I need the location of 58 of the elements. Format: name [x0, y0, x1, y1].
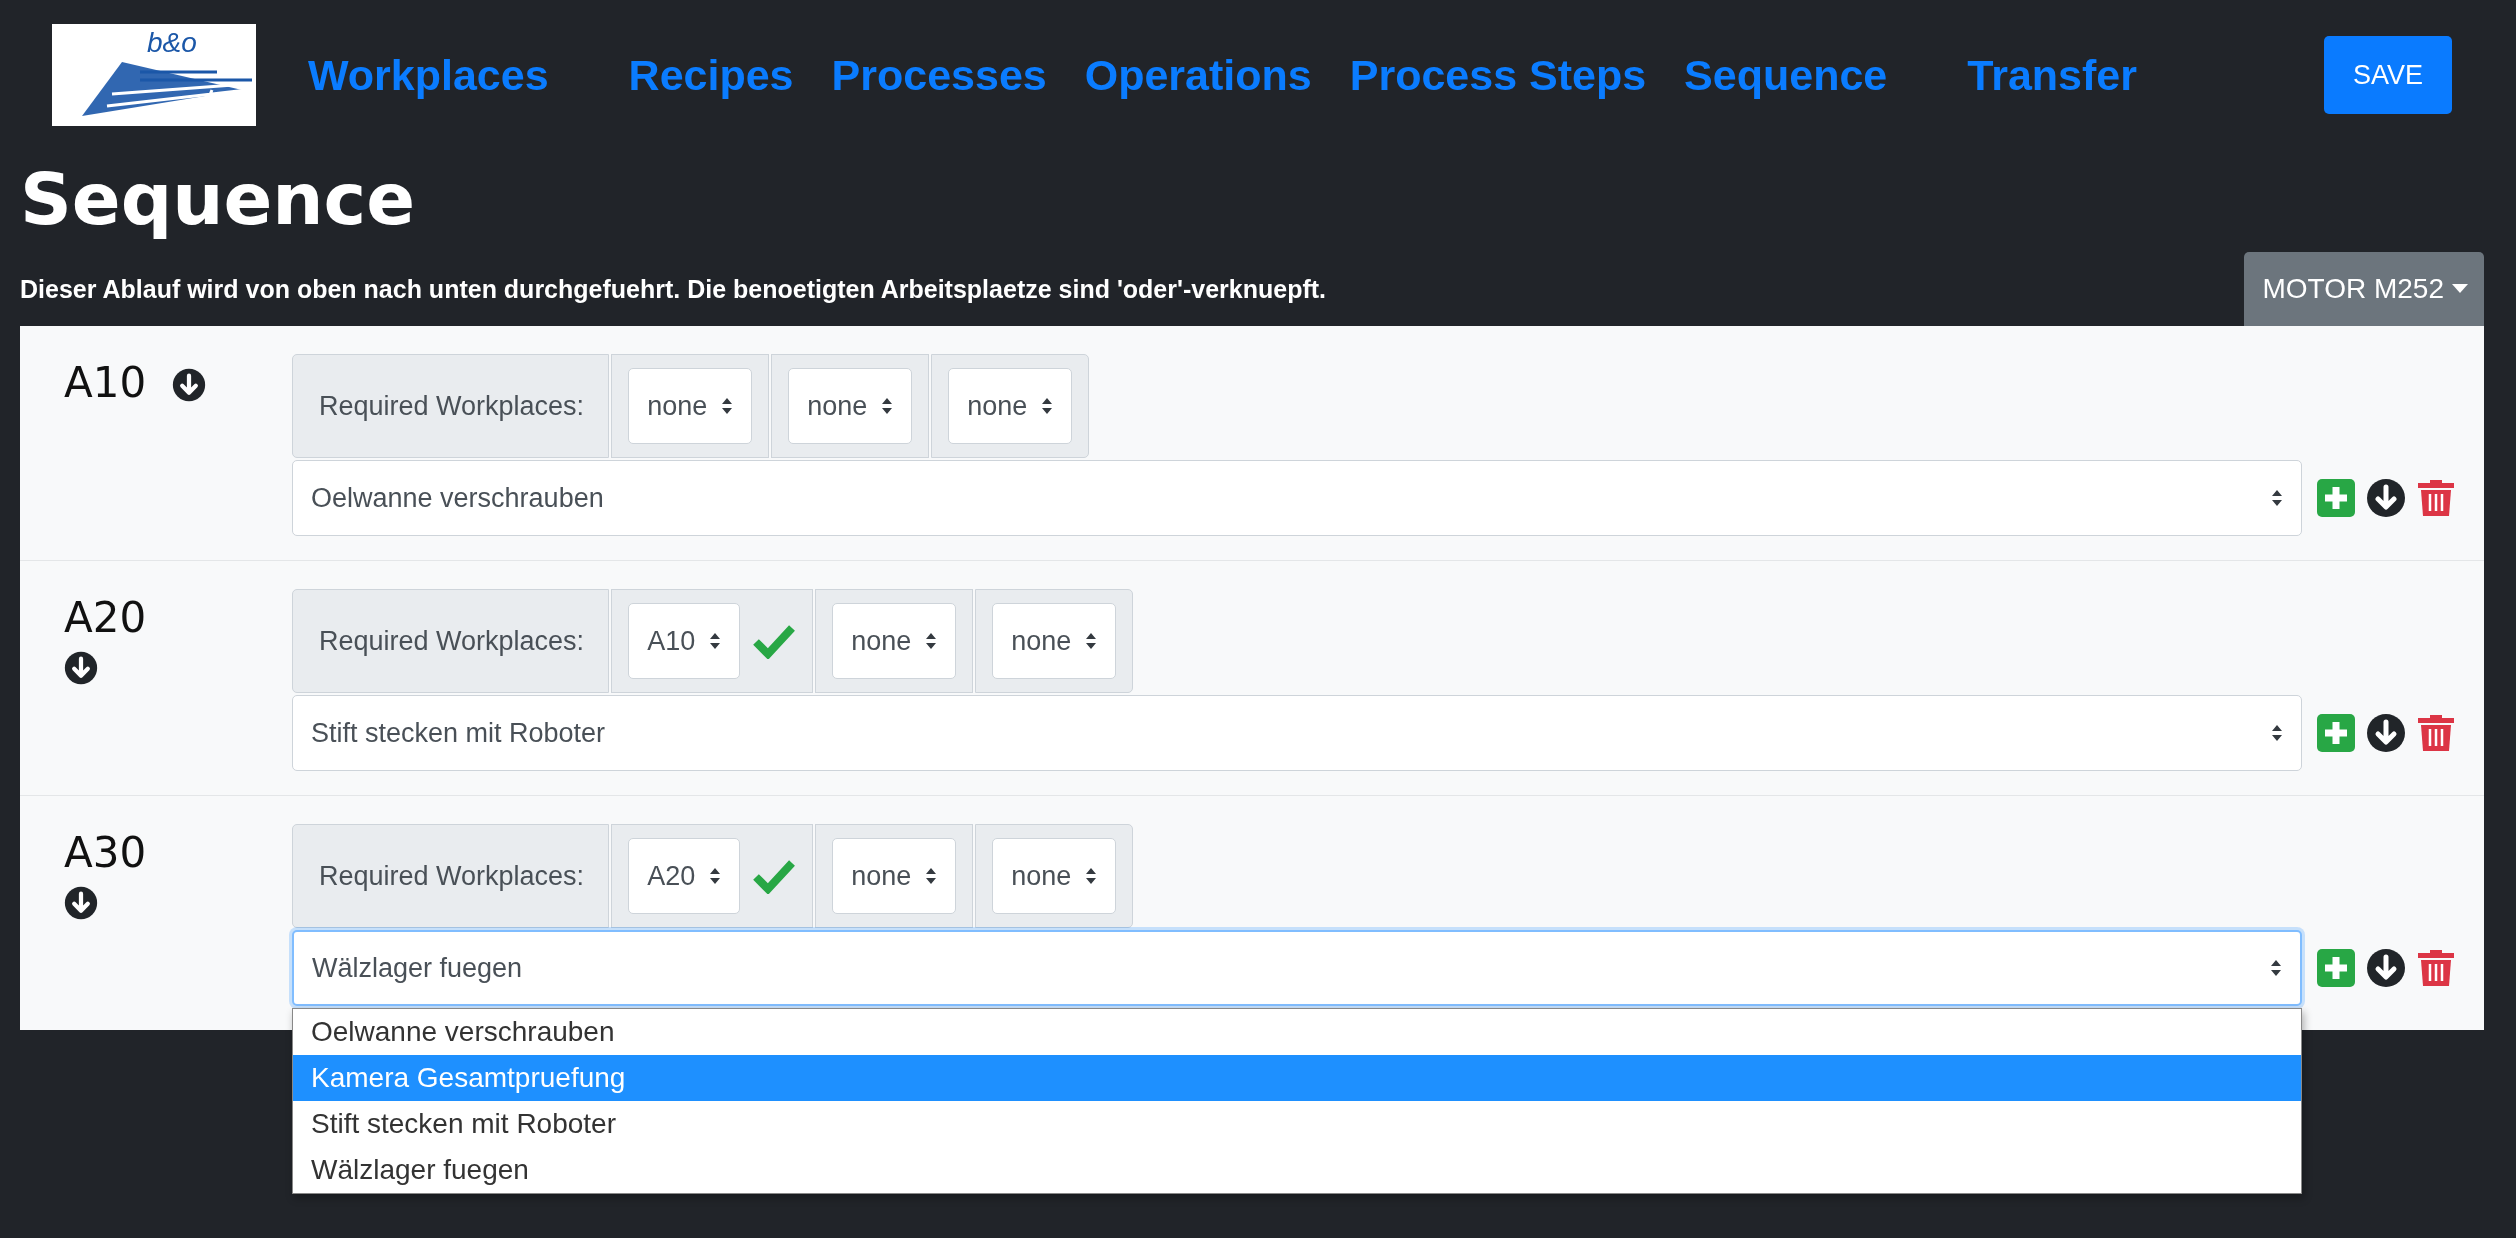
arrow-down-circle-icon[interactable]	[64, 886, 98, 921]
dropdown-option[interactable]: Oelwanne verschrauben	[293, 1009, 2301, 1055]
workplace-select[interactable]: none	[992, 603, 1117, 679]
nav-link[interactable]: Sequence	[1684, 50, 1888, 100]
sort-caret-icon	[925, 867, 938, 885]
trash-icon[interactable]	[2416, 713, 2456, 753]
sort-caret-icon	[709, 632, 722, 650]
operation-select[interactable]: Stift stecken mit Roboter	[292, 695, 2302, 771]
sort-caret-icon	[709, 867, 722, 885]
product-dropdown[interactable]: MOTOR M252	[2244, 252, 2484, 326]
arrow-down-circle-icon[interactable]	[172, 368, 207, 402]
sort-caret-icon	[2270, 959, 2282, 977]
trash-icon[interactable]	[2416, 948, 2456, 988]
workplace-select[interactable]: none	[628, 368, 753, 444]
workplace-select[interactable]: none	[832, 603, 957, 679]
plus-square-icon[interactable]	[2316, 713, 2356, 753]
save-button[interactable]: SAVE	[2324, 36, 2452, 114]
dropdown-option[interactable]: Stift stecken mit Roboter	[293, 1101, 2301, 1147]
nav-link[interactable]: Operations	[1084, 50, 1312, 100]
required-workplaces-label: Required Workplaces:	[292, 589, 610, 693]
logo: b&o	[52, 24, 256, 126]
arrow-down-circle-icon[interactable]	[2366, 713, 2406, 753]
workplace-select[interactable]: A20	[628, 838, 741, 914]
step-name: A30	[64, 830, 148, 877]
nav-link[interactable]: Recipes	[628, 50, 794, 100]
workplace-select[interactable]: none	[832, 838, 957, 914]
plus-square-icon[interactable]	[2316, 478, 2356, 518]
operation-select[interactable]: Oelwanne verschrauben	[292, 460, 2302, 536]
plus-square-icon[interactable]	[2316, 948, 2356, 988]
sort-caret-icon	[2271, 724, 2283, 742]
required-workplaces-label: Required Workplaces:	[292, 824, 610, 928]
description-text: Dieser Ablauf wird von oben nach unten durchgefuehrt. Die benoetigten Arbeitsplaetze sind 'oder'-verknuepft.	[20, 275, 1327, 304]
workplace-select[interactable]: none	[948, 368, 1073, 444]
sort-caret-icon	[2271, 489, 2283, 507]
nav-link[interactable]: Processes	[831, 50, 1047, 100]
page-title: Sequence	[19, 156, 417, 243]
workplace-select[interactable]: none	[992, 838, 1117, 914]
nav-link[interactable]: Process Steps	[1349, 50, 1647, 100]
caret-icon	[2452, 284, 2468, 294]
step-name: A20	[64, 595, 148, 642]
required-workplaces-label: Required Workplaces:	[292, 354, 610, 458]
arrow-down-circle-icon[interactable]	[2366, 478, 2406, 518]
workplace-select[interactable]: A10	[628, 603, 741, 679]
workplace-select[interactable]: none	[788, 368, 913, 444]
step-name: A10	[64, 360, 147, 407]
sort-caret-icon	[1085, 867, 1098, 885]
trash-icon[interactable]	[2416, 478, 2456, 518]
dropdown-option[interactable]: Wälzlager fuegen	[293, 1147, 2301, 1193]
operation-select[interactable]: Wälzlager fuegen	[292, 930, 2302, 1006]
nav-link[interactable]: Transfer	[1967, 50, 2137, 100]
nav-link[interactable]: Workplaces	[308, 50, 549, 100]
arrow-down-circle-icon[interactable]	[2366, 948, 2406, 988]
sort-caret-icon	[1041, 397, 1054, 415]
arrow-down-circle-icon[interactable]	[64, 651, 98, 686]
sort-caret-icon	[881, 397, 894, 415]
sort-caret-icon	[925, 632, 938, 650]
sort-caret-icon	[1085, 632, 1098, 650]
sort-caret-icon	[721, 397, 734, 415]
